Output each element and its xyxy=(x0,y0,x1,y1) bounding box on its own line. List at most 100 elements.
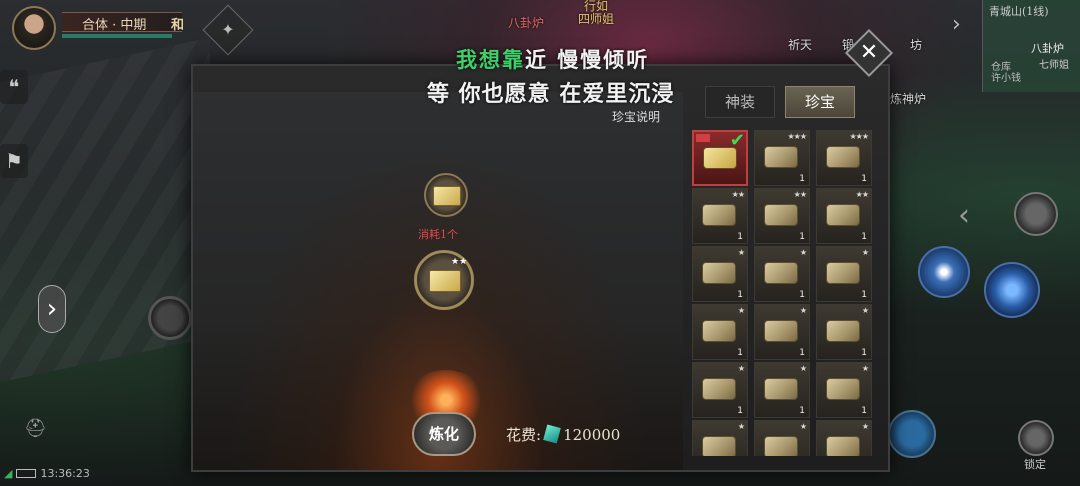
scroll-icon xyxy=(764,262,798,284)
item-star-rating: ★ xyxy=(737,422,745,431)
func-pray-label[interactable]: 祈天 xyxy=(788,36,812,53)
cost-value: 120000 xyxy=(563,426,621,444)
realm-extra-label: 和 xyxy=(170,18,184,33)
refine-cost-row: 花费: 120000 xyxy=(506,424,620,445)
device-status-bar: ◢ 13:36:23 xyxy=(4,467,90,480)
inventory-cell[interactable]: ★ 1 xyxy=(754,362,810,418)
side-chevron-icon[interactable]: ‹ xyxy=(958,198,970,233)
battery-icon xyxy=(16,469,37,478)
cost-label: 花费: xyxy=(506,426,542,444)
inventory-cell[interactable]: ★ 1 xyxy=(754,246,810,302)
expand-arrow-button[interactable]: › xyxy=(38,285,66,333)
selected-check-icon: ✔ xyxy=(729,130,745,151)
clock-time: 13:36:23 xyxy=(40,467,90,480)
flag-icon[interactable]: ⚑ xyxy=(0,144,28,178)
lock-target-button[interactable] xyxy=(1018,420,1054,456)
consume-count-label: 消耗1个 xyxy=(418,228,458,241)
skill-slot-1[interactable] xyxy=(1014,192,1058,236)
scroll-icon xyxy=(826,378,860,400)
scroll-icon xyxy=(702,262,736,284)
rarity-tag-icon xyxy=(696,134,710,142)
func-workshop-label[interactable]: 坊 xyxy=(910,36,922,53)
inventory-cell[interactable]: ★★★ 1 xyxy=(754,130,810,186)
scroll-icon xyxy=(702,204,736,226)
lock-target-label: 锁定 xyxy=(1024,458,1046,471)
inventory-cell[interactable]: ★★ 1 xyxy=(692,188,748,244)
inventory-cell[interactable]: ★ 1 xyxy=(816,246,872,302)
scroll-icon xyxy=(826,320,860,342)
item-quantity: 1 xyxy=(737,348,743,358)
scroll-icon xyxy=(826,262,860,284)
inventory-cell[interactable]: ★ xyxy=(816,420,872,456)
refine-button[interactable]: 炼化 xyxy=(412,412,476,456)
item-star-rating: ★★ xyxy=(793,190,807,199)
inventory-cell[interactable]: ★ 1 xyxy=(816,304,872,360)
refine-target-slot[interactable]: ★★ xyxy=(414,250,474,310)
chat-bubble-icon[interactable]: ❝ xyxy=(0,70,28,104)
scroll-icon xyxy=(826,204,860,226)
scroll-icon xyxy=(764,146,798,168)
minimap[interactable]: 青城山(1线) 八卦炉 七师姐 仓库 许小钱 xyxy=(982,0,1080,92)
wifi-icon: ◢ xyxy=(4,467,13,480)
item-star-rating: ★ xyxy=(799,422,807,431)
item-quantity: 1 xyxy=(861,406,867,416)
item-star-rating: ★★ xyxy=(731,190,745,199)
helmet-icon[interactable]: ⛑ xyxy=(24,418,47,440)
spirit-stone-icon xyxy=(543,424,561,444)
scroll-icon xyxy=(702,320,736,342)
lyric-highlight: 我想靠 xyxy=(456,47,525,72)
scroll-icon xyxy=(702,378,736,400)
treasure-info-link[interactable]: 珍宝说明 xyxy=(612,108,660,125)
scroll-icon xyxy=(764,378,798,400)
treasure-inventory-panel[interactable]: ✔ ★★★ 1 ★★★ 1 ★★ 1 ★★ 1 ★★ 1 ★ 1 ★ 1 ★ 1 ★ 1 ★ 1 ★ 1 ★ 1 ★ 1 ★ 1 ★ ★ ★ xyxy=(686,126,876,456)
inventory-cell[interactable]: ★ 1 xyxy=(692,362,748,418)
item-star-rating: ★ xyxy=(861,248,869,257)
scroll-icon xyxy=(764,436,798,456)
lyric-line-1: 我想靠近 慢慢倾听 xyxy=(456,44,649,74)
item-star-rating: ★ xyxy=(737,248,745,257)
inventory-cell[interactable]: ★ xyxy=(692,420,748,456)
hp-bar xyxy=(62,34,172,38)
minimap-title: 青城山(1线) xyxy=(989,5,1049,18)
book-icon xyxy=(433,186,461,206)
item-star-rating: ★ xyxy=(861,364,869,373)
left-side-menu: ❝ ⚑ xyxy=(0,70,30,218)
player-avatar[interactable] xyxy=(12,6,56,50)
inventory-cell[interactable]: ★★ 1 xyxy=(816,188,872,244)
consume-item-slot[interactable] xyxy=(424,173,468,217)
inventory-cell[interactable]: ★ 1 xyxy=(754,304,810,360)
inventory-cell[interactable]: ★ xyxy=(754,420,810,456)
tab-divine-equipment[interactable]: 神装 xyxy=(705,86,775,118)
item-quantity: 1 xyxy=(799,232,805,242)
item-quantity: 1 xyxy=(799,174,805,184)
inventory-cell[interactable]: ✔ xyxy=(692,130,748,186)
collapse-menu-icon[interactable]: › xyxy=(952,12,961,37)
minimap-point-warehouse: 仓库 许小钱 xyxy=(991,62,1021,84)
scroll-icon xyxy=(764,204,798,226)
item-quantity: 1 xyxy=(861,174,867,184)
scroll-icon xyxy=(826,436,860,456)
item-quantity: 1 xyxy=(861,232,867,242)
book-icon xyxy=(429,270,461,292)
lyric-rest: 近 慢慢倾听 xyxy=(525,47,650,72)
cultivation-realm-bar: 合体 · 中期 和 xyxy=(62,12,184,33)
tab-treasure[interactable]: 珍宝 xyxy=(785,86,855,118)
inventory-cell[interactable]: ★★ 1 xyxy=(754,188,810,244)
skill-slot-main[interactable] xyxy=(984,262,1040,318)
inventory-cell[interactable]: ★ 1 xyxy=(816,362,872,418)
item-star-rating: ★★★ xyxy=(787,132,806,141)
treasure-inventory-grid: ✔ ★★★ 1 ★★★ 1 ★★ 1 ★★ 1 ★★ 1 ★ 1 ★ 1 ★ 1 ★ 1 ★ 1 ★ 1 ★ 1 ★ 1 ★ 1 ★ ★ ★ xyxy=(686,126,876,456)
item-star-rating: ★ xyxy=(799,306,807,315)
skill-slot-3[interactable] xyxy=(888,410,936,458)
star-rating-icon: ★★ xyxy=(451,257,468,267)
item-quantity: 1 xyxy=(737,232,743,242)
inventory-cell[interactable]: ★ 1 xyxy=(692,246,748,302)
inventory-cell[interactable]: ★★★ 1 xyxy=(816,130,872,186)
func-furnace-label[interactable]: 炼神炉 xyxy=(890,90,926,107)
item-quantity: 1 xyxy=(799,406,805,416)
item-quantity: 1 xyxy=(861,348,867,358)
movement-joystick[interactable] xyxy=(148,296,192,340)
skill-slot-2[interactable] xyxy=(918,246,970,298)
scroll-icon xyxy=(764,320,798,342)
inventory-cell[interactable]: ★ 1 xyxy=(692,304,748,360)
